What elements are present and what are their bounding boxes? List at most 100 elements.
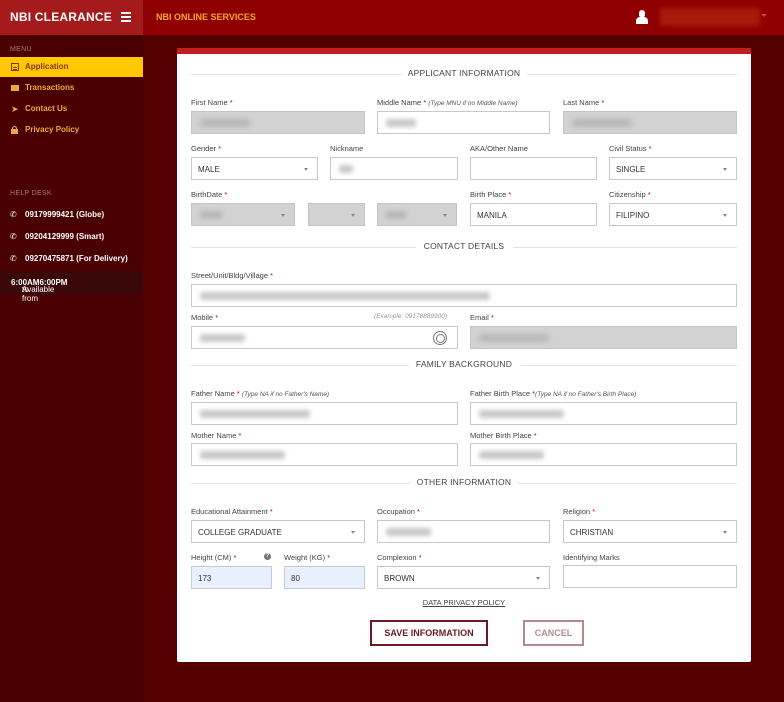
citizenship-select[interactable]: FILIPINO (609, 203, 737, 226)
occupation-field[interactable] (377, 520, 550, 543)
section-applicant-information: APPLICANT INFORMATION (191, 68, 737, 80)
email-label: Email * (470, 313, 494, 322)
complexion-select[interactable]: BROWN (377, 566, 550, 589)
street-field[interactable] (191, 284, 737, 307)
birthdate-label: BirthDate * (191, 190, 228, 199)
caret-down-icon (351, 531, 355, 534)
phone-number: 09204129999 (Smart) (25, 232, 105, 241)
hamburger-icon[interactable] (121, 12, 131, 22)
user-icon[interactable] (636, 10, 648, 26)
user-name-menu[interactable] (660, 8, 760, 26)
sidebar-item-label: Contact Us (25, 104, 68, 113)
section-contact-details: CONTACT DETAILS (191, 241, 737, 253)
document-icon (11, 63, 19, 71)
helpdesk-phone-globe: ✆ 09179999421 (Globe) (0, 207, 143, 223)
sidebar-item-label: Transactions (25, 83, 75, 92)
save-information-button[interactable]: SAVE INFORMATION (370, 620, 488, 646)
caret-down-icon (723, 531, 727, 534)
helpdesk-phone-delivery: ✆ 09270475871 (For Delivery) (0, 251, 143, 267)
caret-down-icon (443, 214, 447, 217)
weight-label: Weight (KG) * (284, 553, 331, 562)
mother-birth-place-label: Mother Birth Place * (470, 431, 537, 440)
section-title: OTHER INFORMATION (416, 477, 512, 487)
first-name-label: First Name * (191, 98, 233, 107)
section-title: FAMILY BACKGROUND (415, 359, 513, 369)
nickname-field[interactable] (330, 157, 458, 180)
question-circle-icon[interactable]: ? (264, 553, 271, 560)
sidebar-item-application[interactable]: Application (0, 57, 143, 77)
helpdesk-phone-smart: ✆ 09204129999 (Smart) (0, 229, 143, 245)
education-label: Educational Attainment * (191, 507, 273, 516)
birth-month-select[interactable] (191, 203, 295, 226)
complexion-label: Complexion * (377, 553, 422, 562)
mother-birth-place-field[interactable] (470, 443, 737, 466)
mother-name-label: Mother Name * (191, 431, 242, 440)
phone-icon: ✆ (10, 254, 17, 263)
phone-number: 09270475871 (For Delivery) (25, 254, 128, 263)
email-field[interactable] (470, 326, 737, 349)
religion-select[interactable]: CHRISTIAN (563, 520, 737, 543)
sidebar-item-transactions[interactable]: Transactions (0, 78, 143, 98)
sidebar-item-label: Privacy Policy (25, 125, 80, 134)
data-privacy-policy-link[interactable]: DATA PRIVACY POLICY (177, 598, 751, 607)
height-field[interactable]: 173 (191, 566, 272, 589)
availability-to: to (22, 285, 29, 294)
birth-year-select[interactable] (377, 203, 457, 226)
caret-down-icon (723, 168, 727, 171)
last-name-field[interactable] (563, 111, 737, 134)
mother-name-field[interactable] (191, 443, 458, 466)
birth-place-label: Birth Place * (470, 190, 512, 199)
section-title: APPLICANT INFORMATION (407, 68, 521, 78)
education-select[interactable]: COLLEGE GRADUATE (191, 520, 365, 543)
brand-title: NBI CLEARANCE (10, 10, 112, 24)
cancel-button[interactable]: CANCEL (523, 620, 584, 646)
section-other-information: OTHER INFORMATION (191, 477, 737, 489)
caret-down-icon (351, 214, 355, 217)
gender-select[interactable]: MALE (191, 157, 318, 180)
caret-down-icon[interactable] (761, 14, 767, 17)
helpdesk-label: HELP DESK (10, 190, 52, 197)
father-name-label: Father Name * (Type NA if no Father's Na… (191, 389, 330, 398)
father-birth-place-label: Father Birth Place *(Type NA if no Fathe… (470, 389, 637, 398)
availability-banner: Available from 6:00AM to 6:00PM (0, 271, 143, 303)
section-family-background: FAMILY BACKGROUND (191, 359, 737, 371)
sidebar-item-contact-us[interactable]: ➤ Contact Us (0, 99, 143, 119)
lock-icon (11, 126, 19, 134)
sidebar-item-privacy-policy[interactable]: Privacy Policy (0, 120, 143, 140)
father-birth-place-field[interactable] (470, 402, 737, 425)
birth-place-field[interactable]: MANILA (470, 203, 597, 226)
caret-down-icon (281, 214, 285, 217)
online-services-title: NBI ONLINE SERVICES (156, 12, 256, 22)
weight-field[interactable]: 80 (284, 566, 365, 589)
menu-label: MENU (10, 46, 32, 53)
mobile-hint: (Example: 09178889900) (374, 313, 447, 320)
paper-plane-icon: ➤ (11, 104, 19, 114)
street-label: Street/Unit/Bldg/Village * (191, 271, 274, 280)
aka-label: AKA/Other Name (470, 144, 528, 153)
section-title: CONTACT DETAILS (423, 241, 505, 251)
caret-down-icon (536, 577, 540, 580)
phone-icon: ✆ (10, 210, 17, 219)
phone-number: 09179999421 (Globe) (25, 210, 105, 219)
height-label: Height (CM) * (191, 553, 237, 562)
application-form: APPLICANT INFORMATION First Name * Middl… (177, 54, 751, 662)
father-name-field[interactable] (191, 402, 458, 425)
aka-field[interactable] (470, 157, 597, 180)
mobile-field[interactable] (191, 326, 458, 349)
nickname-label: Nickname (330, 144, 364, 153)
caret-down-icon (304, 168, 308, 171)
password-manager-icon[interactable] (433, 331, 447, 345)
sidebar-item-label: Application (25, 62, 69, 71)
civil-status-select[interactable]: SINGLE (609, 157, 737, 180)
mobile-label: Mobile * (191, 313, 219, 322)
citizenship-label: Citizenship * (609, 190, 651, 199)
birth-day-select[interactable] (308, 203, 365, 226)
sidebar: MENU Application Transactions ➤ Contact … (0, 35, 143, 702)
caret-down-icon (723, 214, 727, 217)
top-bar: NBI CLEARANCE NBI ONLINE SERVICES (0, 0, 784, 35)
first-name-field[interactable] (191, 111, 365, 134)
identifying-marks-field[interactable] (563, 565, 737, 588)
middle-name-label: Middle Name * (Type MNU if no Middle Nam… (377, 98, 518, 107)
occupation-label: Occupation * (377, 507, 420, 516)
middle-name-field[interactable] (377, 111, 550, 134)
